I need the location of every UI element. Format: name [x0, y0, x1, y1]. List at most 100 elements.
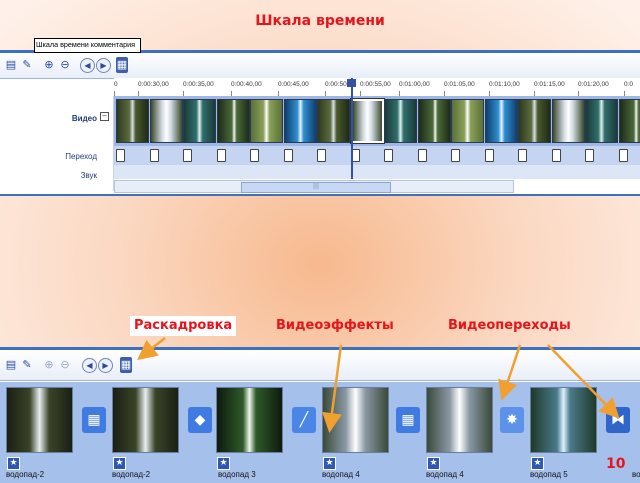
- filmstrip-icon[interactable]: ▦: [120, 357, 132, 373]
- ruler-tick: 0:01:15,00: [534, 81, 565, 88]
- transition-slot[interactable]: [183, 149, 192, 162]
- transition-slot[interactable]: [485, 149, 494, 162]
- timeline-toolbar: ▤ ✎ ⊕ ⊖ ◀ ▶ ▦: [0, 53, 640, 79]
- storyboard-panel: ▤ ✎ ⊕ ⊖ ◀ ▶ ▦ водопад-2 водопад-2 водопа…: [0, 347, 640, 480]
- transition-slot[interactable]: [217, 149, 226, 162]
- transition-tile[interactable]: ▦: [396, 407, 420, 433]
- video-clip-thumbnail[interactable]: [619, 99, 640, 143]
- collapse-toggle[interactable]: −: [100, 112, 109, 121]
- zoom-in-icon[interactable]: ⊕: [41, 357, 57, 373]
- transition-track-label: Переход: [65, 152, 97, 161]
- storyboard-clip[interactable]: [216, 387, 283, 453]
- transition-slot[interactable]: [418, 149, 427, 162]
- video-clip-thumbnail[interactable]: [451, 99, 484, 143]
- audio-track[interactable]: [114, 165, 640, 179]
- transition-slot[interactable]: [384, 149, 393, 162]
- star-icon[interactable]: ★: [217, 457, 230, 470]
- storyboard-clip[interactable]: [426, 387, 493, 453]
- transition-slot[interactable]: [451, 149, 460, 162]
- clip-label: водопад 5: [530, 470, 568, 479]
- filmstrip-icon[interactable]: ▦: [116, 57, 128, 73]
- star-icon[interactable]: ★: [113, 457, 126, 470]
- video-clip-thumbnail[interactable]: [518, 99, 551, 143]
- transition-slot[interactable]: [284, 149, 293, 162]
- star-icon[interactable]: ★: [323, 457, 336, 470]
- storyboard-icon[interactable]: ▤: [3, 357, 19, 373]
- rewind-icon[interactable]: ◀: [80, 58, 95, 73]
- ruler-tick: 0:00:30,00: [138, 81, 169, 88]
- time-ruler[interactable]: 0 0:00:30,00 0:00:35,00 0:00:40,00 0:00:…: [114, 78, 640, 97]
- video-clip-thumbnail[interactable]: [351, 99, 384, 143]
- transition-slot[interactable]: [317, 149, 326, 162]
- narrate-icon[interactable]: ✎: [19, 357, 35, 373]
- video-clip-thumbnail[interactable]: [485, 99, 518, 143]
- transition-tile[interactable]: ▦: [82, 407, 106, 433]
- storyboard-toolbar: ▤ ✎ ⊕ ⊖ ◀ ▶ ▦: [0, 350, 640, 381]
- star-icon[interactable]: ★: [427, 457, 440, 470]
- clip-label: водопад-2: [6, 470, 44, 479]
- transition-tile[interactable]: ✸: [500, 407, 524, 433]
- video-clip-thumbnail[interactable]: [116, 99, 149, 143]
- clip-label: водопад 4: [322, 470, 360, 479]
- video-clip-thumbnail[interactable]: [150, 99, 183, 143]
- clip-label: водопад 4: [426, 470, 464, 479]
- track-labels: Видео − Переход Звук: [0, 96, 114, 191]
- transition-slot[interactable]: [552, 149, 561, 162]
- transition-slot[interactable]: [116, 149, 125, 162]
- transition-tile[interactable]: ◆: [188, 407, 212, 433]
- video-clip-thumbnail[interactable]: [552, 99, 585, 143]
- effects-caption: Видеоэффекты: [276, 318, 394, 333]
- zoom-in-icon[interactable]: ⊕: [41, 57, 57, 73]
- video-clip-thumbnail[interactable]: [418, 99, 451, 143]
- play-icon[interactable]: ▶: [98, 358, 113, 373]
- clip-label: водопад-2: [112, 470, 150, 479]
- ruler-tick: 0:01:20,00: [578, 81, 609, 88]
- video-clip-thumbnail[interactable]: [317, 99, 350, 143]
- transition-slot[interactable]: [150, 149, 159, 162]
- ruler-tick: 0:01:05,00: [444, 81, 475, 88]
- page-number: 10: [606, 456, 625, 472]
- video-clip-thumbnail[interactable]: [183, 99, 216, 143]
- ruler-tick: 0:00:45,00: [278, 81, 309, 88]
- storyboard-clip[interactable]: [322, 387, 389, 453]
- video-clip-thumbnail[interactable]: [250, 99, 283, 143]
- audio-track-label: Звук: [81, 171, 97, 180]
- video-track[interactable]: [114, 96, 640, 146]
- transition-slot[interactable]: [585, 149, 594, 162]
- zoom-out-icon[interactable]: ⊖: [57, 57, 73, 73]
- storyboard-caption: Раскадровка: [130, 316, 236, 336]
- ruler-tick: 0:00:40,00: [231, 81, 262, 88]
- play-icon[interactable]: ▶: [96, 58, 111, 73]
- ruler-tick: 0:00:35,00: [183, 81, 214, 88]
- video-clip-thumbnail[interactable]: [585, 99, 618, 143]
- transition-slot[interactable]: [250, 149, 259, 162]
- narrate-icon[interactable]: ✎: [19, 57, 35, 73]
- storyboard-clip[interactable]: [530, 387, 597, 453]
- storyboard-clip[interactable]: [6, 387, 73, 453]
- storyboard-strip[interactable]: водопад-2 водопад-2 водопад 3 водопад 4 …: [0, 382, 640, 483]
- horizontal-scrollbar[interactable]: |||: [114, 180, 514, 193]
- page-title: Шкала времени: [0, 13, 640, 29]
- transition-tile[interactable]: ⧓: [606, 407, 630, 433]
- transition-slot[interactable]: [518, 149, 527, 162]
- clip-label: во: [632, 470, 640, 479]
- ruler-tick: 0:01:10,00: [489, 81, 520, 88]
- storyboard-clip[interactable]: [112, 387, 179, 453]
- clip-label: водопад 3: [218, 470, 256, 479]
- video-clip-thumbnail[interactable]: [284, 99, 317, 143]
- transitions-caption: Видеопереходы: [448, 318, 571, 333]
- rewind-icon[interactable]: ◀: [82, 358, 97, 373]
- star-icon[interactable]: ★: [531, 457, 544, 470]
- transition-tile[interactable]: ╱: [292, 407, 316, 433]
- transition-slot[interactable]: [619, 149, 628, 162]
- playhead[interactable]: [351, 78, 353, 179]
- star-icon[interactable]: ★: [7, 457, 20, 470]
- transition-track[interactable]: [114, 146, 640, 165]
- scroll-thumb[interactable]: |||: [241, 182, 391, 193]
- video-clip-thumbnail[interactable]: [384, 99, 417, 143]
- ruler-tick: 0:0: [624, 81, 633, 88]
- video-clip-thumbnail[interactable]: [217, 99, 250, 143]
- tooltip: Шкала времени комментария: [34, 38, 141, 53]
- zoom-out-icon[interactable]: ⊖: [57, 357, 73, 373]
- storyboard-icon[interactable]: ▤: [3, 57, 19, 73]
